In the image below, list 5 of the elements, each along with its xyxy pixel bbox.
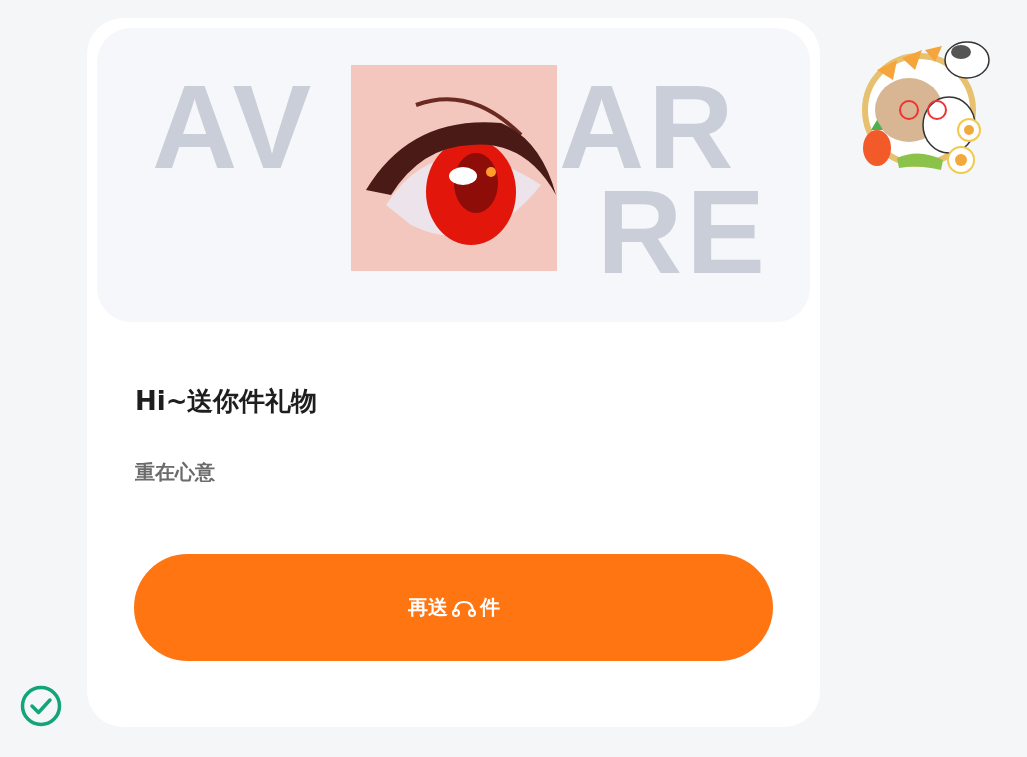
arc-icon [450,598,477,617]
card-subtitle: 重在心意 [135,459,216,486]
card-title: Hi~送你件礼物 [135,385,319,418]
check-circle-icon [20,685,62,727]
send-again-button[interactable]: 再送 件 [134,554,773,661]
